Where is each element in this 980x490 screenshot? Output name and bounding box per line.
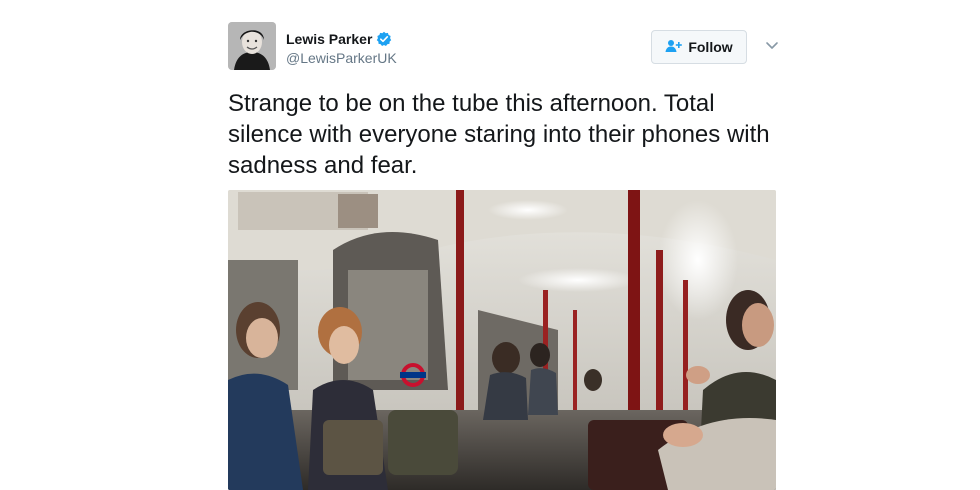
tweet-photo[interactable] [228, 190, 776, 490]
avatar[interactable] [228, 22, 276, 70]
follow-button[interactable]: Follow [651, 30, 747, 64]
add-user-icon [665, 39, 683, 56]
tweet-card: Lewis Parker @LewisParkerUK Follow Stran… [228, 22, 784, 490]
tweet-header: Lewis Parker @LewisParkerUK Follow [228, 22, 784, 74]
user-info[interactable]: Lewis Parker @LewisParkerUK [286, 31, 397, 66]
tweet-text: Strange to be on the tube this afternoon… [228, 90, 770, 179]
verified-badge-icon [376, 31, 392, 47]
follow-label: Follow [688, 39, 733, 55]
chevron-down-icon[interactable] [765, 38, 779, 52]
user-name[interactable]: Lewis Parker [286, 31, 372, 47]
user-handle[interactable]: @LewisParkerUK [286, 50, 397, 66]
